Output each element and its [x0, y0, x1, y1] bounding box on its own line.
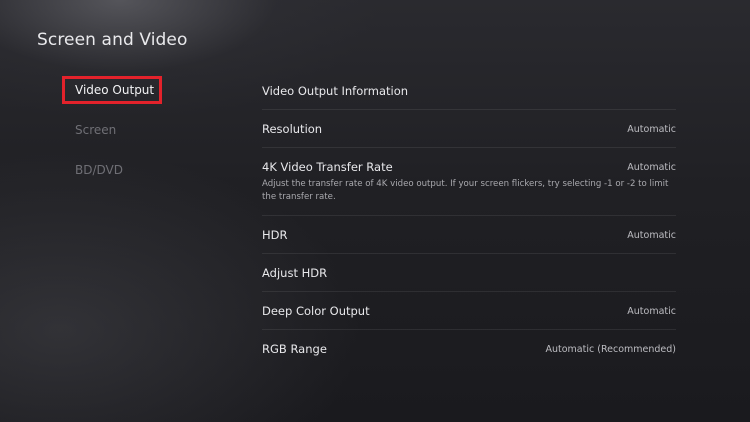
- setting-label: Adjust HDR: [262, 266, 328, 280]
- setting-rgb-range[interactable]: RGB Range Automatic (Recommended): [262, 330, 676, 368]
- nav-item-label: Video Output: [75, 83, 155, 97]
- setting-value: Automatic: [627, 124, 676, 135]
- setting-value: Automatic: [627, 162, 676, 173]
- setting-4k-video-transfer-rate[interactable]: 4K Video Transfer Rate Automatic Adjust …: [262, 148, 676, 216]
- setting-label: HDR: [262, 228, 288, 242]
- setting-label: Deep Color Output: [262, 304, 370, 318]
- setting-hdr[interactable]: HDR Automatic: [262, 216, 676, 254]
- setting-video-output-information[interactable]: Video Output Information: [262, 72, 676, 110]
- left-navigation: Video Output Screen BD/DVD: [62, 76, 172, 196]
- setting-label: Resolution: [262, 122, 323, 136]
- setting-value: Automatic: [627, 230, 676, 241]
- setting-description: Adjust the transfer rate of 4K video out…: [262, 179, 669, 202]
- nav-item-label: Screen: [75, 123, 117, 137]
- nav-item-screen[interactable]: Screen: [62, 116, 172, 144]
- setting-resolution[interactable]: Resolution Automatic: [262, 110, 676, 148]
- page-title: Screen and Video: [37, 30, 188, 50]
- nav-item-bd-dvd[interactable]: BD/DVD: [62, 156, 172, 184]
- setting-adjust-hdr[interactable]: Adjust HDR: [262, 254, 676, 292]
- nav-item-video-output[interactable]: Video Output: [62, 76, 162, 104]
- setting-label: Video Output Information: [262, 84, 409, 98]
- nav-item-label: BD/DVD: [75, 163, 123, 177]
- setting-deep-color-output[interactable]: Deep Color Output Automatic: [262, 292, 676, 330]
- setting-label: 4K Video Transfer Rate: [262, 160, 393, 174]
- setting-value: Automatic: [627, 306, 676, 317]
- setting-value: Automatic (Recommended): [545, 344, 677, 355]
- settings-list: Video Output Information Resolution Auto…: [262, 72, 676, 368]
